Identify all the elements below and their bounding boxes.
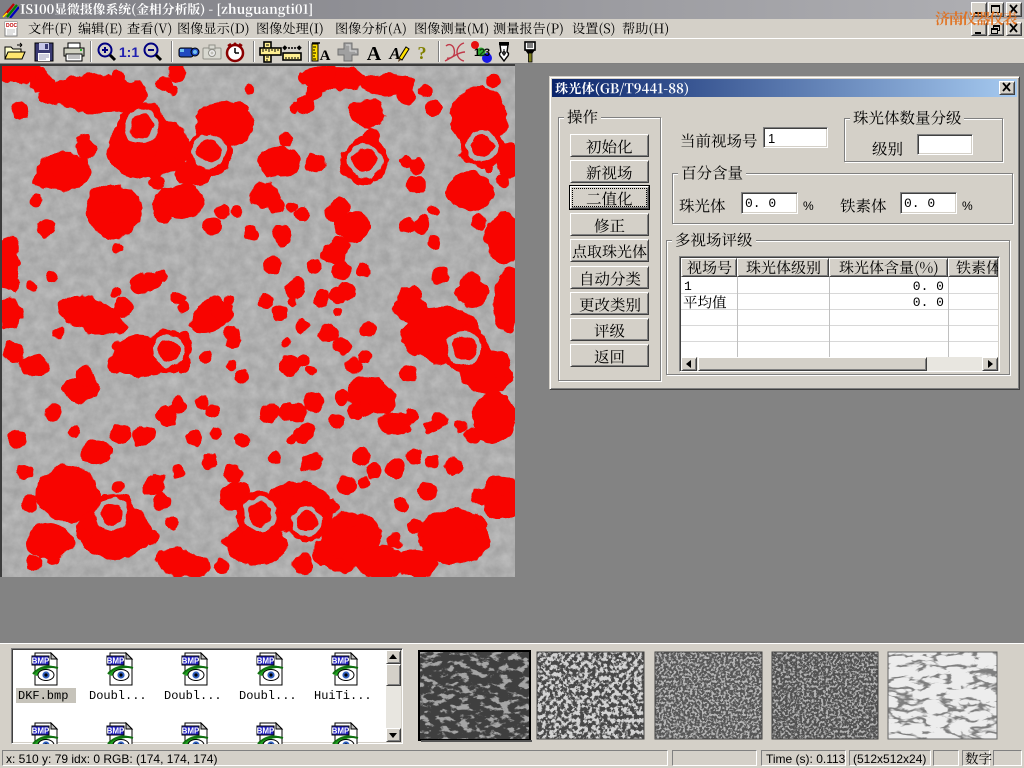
- svg-text:BMP: BMP: [182, 657, 200, 666]
- svg-text:BMP: BMP: [182, 727, 200, 736]
- svg-text:BMP: BMP: [32, 727, 50, 736]
- svg-text:A: A: [367, 43, 382, 64]
- svg-text:BMP: BMP: [32, 657, 50, 666]
- svg-text:1:1: 1:1: [119, 44, 139, 60]
- svg-text:BMP: BMP: [332, 727, 350, 736]
- svg-text:BMP: BMP: [107, 727, 125, 736]
- svg-text:BMP: BMP: [332, 657, 350, 666]
- svg-text:DOC: DOC: [6, 23, 18, 29]
- svg-text:BMP: BMP: [107, 657, 125, 666]
- svg-text:A: A: [320, 48, 331, 64]
- svg-text:3: 3: [484, 47, 490, 59]
- svg-text:BMP: BMP: [257, 727, 275, 736]
- svg-text:?: ?: [418, 43, 427, 63]
- svg-text:BMP: BMP: [257, 657, 275, 666]
